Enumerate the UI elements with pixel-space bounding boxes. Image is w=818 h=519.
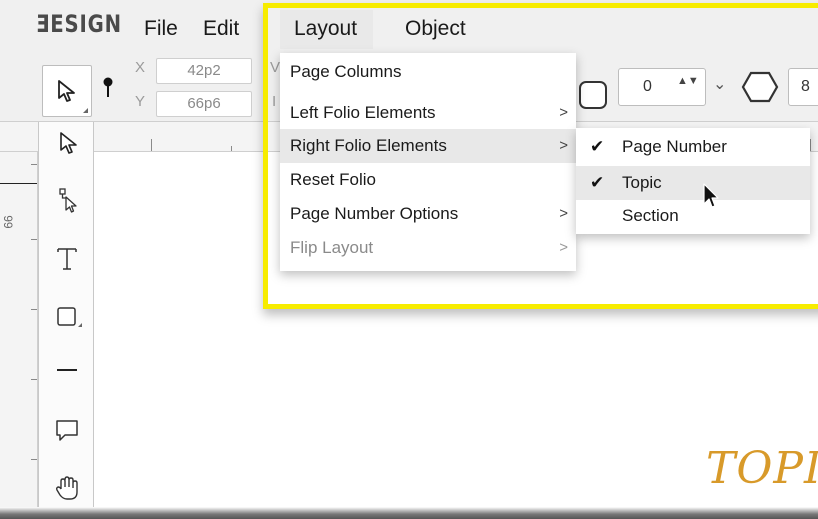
- ruler-tick: [31, 379, 37, 380]
- hand-icon: [55, 476, 78, 500]
- ruler-tick: [31, 459, 37, 460]
- direct-selection-tool[interactable]: [51, 184, 83, 216]
- selection-tool-button[interactable]: [42, 65, 92, 117]
- type-tool[interactable]: [51, 242, 83, 274]
- note-tool[interactable]: [51, 414, 83, 446]
- arrow-pointer-icon: [60, 132, 77, 154]
- ruler-tick: [31, 164, 37, 165]
- y-field[interactable]: 66p6: [156, 91, 252, 117]
- topic-folio-text: TOPI: [706, 443, 818, 494]
- ruler-number: 66: [1, 215, 16, 229]
- vertical-ruler: 66: [0, 152, 38, 519]
- hand-tool[interactable]: [51, 472, 83, 504]
- menu-file[interactable]: File: [144, 17, 178, 41]
- app-logo: ƎESIGN: [36, 10, 122, 38]
- highlight-frame: [263, 3, 818, 309]
- speech-bubble-icon: [56, 420, 78, 441]
- menu-edit[interactable]: Edit: [203, 17, 239, 41]
- y-label: Y: [135, 93, 146, 110]
- ruler-tick: [31, 239, 37, 240]
- line-tool[interactable]: [51, 354, 83, 386]
- selection-tool[interactable]: [51, 128, 83, 160]
- ruler-tick: [31, 309, 37, 310]
- tool-flyout-indicator: [83, 108, 88, 113]
- x-label: X: [135, 59, 146, 76]
- tools-panel: [38, 122, 94, 519]
- ruler-tick: [151, 139, 152, 151]
- window-bottom-edge: [0, 507, 818, 519]
- reference-point-icon[interactable]: [103, 76, 113, 100]
- rectangle-icon: [57, 307, 82, 327]
- text-tool-icon: [57, 248, 77, 270]
- line-icon: [57, 369, 77, 371]
- x-field[interactable]: 42p2: [156, 58, 252, 84]
- cursor-arrow-icon: [58, 80, 75, 102]
- ruler-guide-line: [0, 183, 37, 184]
- direct-select-icon: [59, 188, 77, 213]
- mouse-cursor-icon: [703, 183, 719, 208]
- rectangle-tool[interactable]: [51, 300, 83, 332]
- ruler-tick: [231, 146, 232, 151]
